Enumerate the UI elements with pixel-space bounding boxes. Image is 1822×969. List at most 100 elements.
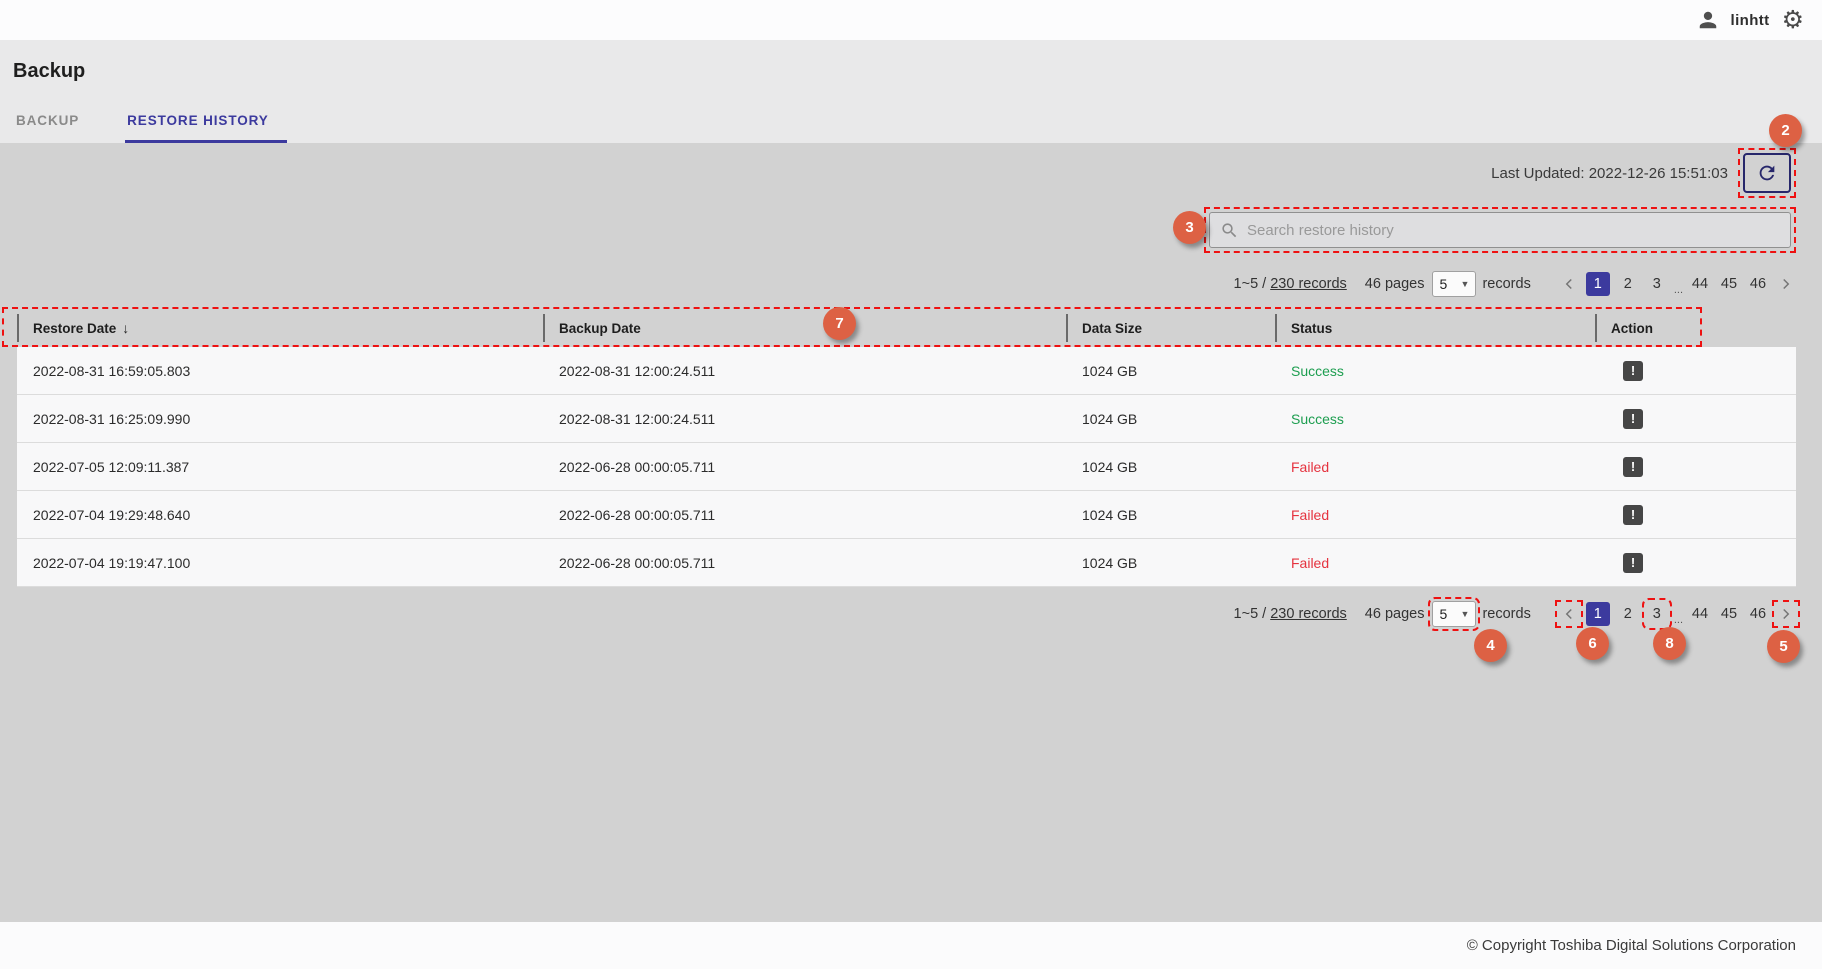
page-header: Backup BACKUP RESTORE HISTORY — [0, 40, 1822, 143]
page-button-44[interactable]: 44 — [1689, 272, 1711, 296]
cell-status: Failed — [1275, 459, 1595, 475]
table-row: 2022-07-04 19:29:48.640 2022-06-28 00:00… — [17, 491, 1796, 539]
last-updated-row: Last Updated: 2022-12-26 15:51:03 — [0, 147, 1822, 199]
header-label: Action — [1611, 321, 1653, 336]
cell-restore-date: 2022-07-05 12:09:11.387 — [17, 459, 543, 475]
per-page-select[interactable]: 5 ▼ — [1432, 271, 1476, 297]
cell-status: Success — [1275, 363, 1595, 379]
settings-gear-icon[interactable]: ⚙ — [1782, 8, 1804, 33]
detail-exclamation-icon[interactable]: ! — [1623, 361, 1643, 381]
per-page-select[interactable]: 5 ▼ — [1432, 601, 1476, 627]
column-header-action[interactable]: Action — [1595, 309, 1796, 347]
cell-action: ! — [1595, 409, 1796, 429]
page-button-1[interactable]: 1 — [1586, 602, 1610, 626]
column-header-data-size[interactable]: Data Size — [1066, 309, 1275, 347]
page-nav: 1 2 3 ... 44 45 46 — [1559, 272, 1796, 296]
page-button-44[interactable]: 44 — [1689, 602, 1711, 626]
detail-exclamation-icon[interactable]: ! — [1623, 409, 1643, 429]
top-bar: linhtt ⚙ — [0, 0, 1822, 40]
pages-count: 46 pages — [1365, 276, 1425, 292]
page-nav: 1 2 3 ... 44 45 46 — [1559, 602, 1796, 626]
cell-restore-date: 2022-07-04 19:19:47.100 — [17, 555, 543, 571]
column-header-backup-date[interactable]: Backup Date — [543, 309, 1066, 347]
tab-backup[interactable]: BACKUP — [14, 103, 97, 143]
per-page-value: 5 — [1439, 606, 1447, 622]
refresh-button[interactable] — [1743, 153, 1791, 193]
cell-backup-date: 2022-06-28 00:00:05.711 — [543, 459, 1066, 475]
page-button-2[interactable]: 2 — [1617, 602, 1639, 626]
cell-data-size: 1024 GB — [1066, 459, 1275, 475]
last-updated-text: Last Updated: 2022-12-26 15:51:03 — [1491, 165, 1728, 182]
records-link[interactable]: 230 records — [1270, 276, 1347, 292]
search-input[interactable] — [1247, 222, 1790, 239]
annotation-badge-8: 8 — [1653, 627, 1686, 660]
annotation-badge-4: 4 — [1474, 629, 1507, 662]
cell-action: ! — [1595, 457, 1796, 477]
header-label: Status — [1291, 321, 1332, 336]
chevron-left-icon — [1560, 605, 1578, 623]
cell-backup-date: 2022-08-31 12:00:24.511 — [543, 411, 1066, 427]
annotation-badge-6: 6 — [1576, 627, 1609, 660]
cell-backup-date: 2022-06-28 00:00:05.711 — [543, 507, 1066, 523]
search-icon — [1220, 221, 1239, 240]
table-row: 2022-08-31 16:59:05.803 2022-08-31 12:00… — [17, 347, 1796, 395]
cell-restore-date: 2022-08-31 16:25:09.990 — [17, 411, 543, 427]
cell-data-size: 1024 GB — [1066, 555, 1275, 571]
chevron-down-icon: ▼ — [1461, 279, 1470, 289]
page-button-3[interactable]: 3 — [1646, 602, 1668, 626]
header-label: Restore Date — [33, 321, 116, 336]
detail-exclamation-icon[interactable]: ! — [1623, 553, 1643, 573]
range-text: 1~5 / — [1234, 606, 1271, 622]
cell-data-size: 1024 GB — [1066, 363, 1275, 379]
prev-page-button[interactable] — [1559, 604, 1579, 624]
copyright-text: © Copyright Toshiba Digital Solutions Co… — [1467, 937, 1796, 954]
chevron-right-icon — [1777, 275, 1795, 293]
page-button-45[interactable]: 45 — [1718, 272, 1740, 296]
chevron-right-icon — [1777, 605, 1795, 623]
tab-restore-history[interactable]: RESTORE HISTORY — [125, 103, 287, 143]
pagination-bottom: 1~5 / 230 records 46 pages 5 ▼ records 1… — [0, 601, 1822, 627]
page-button-1[interactable]: 1 — [1586, 272, 1610, 296]
cell-action: ! — [1595, 553, 1796, 573]
detail-exclamation-icon[interactable]: ! — [1623, 457, 1643, 477]
records-label: records — [1482, 606, 1530, 622]
main-content: Last Updated: 2022-12-26 15:51:03 — [0, 143, 1822, 922]
restore-history-table: Restore Date ↓ Backup Date Data Size Stat… — [17, 309, 1796, 587]
annotation-badge-2: 2 — [1769, 114, 1802, 147]
username[interactable]: linhtt — [1731, 12, 1770, 29]
page-button-46[interactable]: 46 — [1747, 272, 1769, 296]
prev-page-button[interactable] — [1559, 274, 1579, 294]
sort-descending-icon: ↓ — [122, 320, 129, 336]
table-row: 2022-07-05 12:09:11.387 2022-06-28 00:00… — [17, 443, 1796, 491]
chevron-down-icon: ▼ — [1461, 609, 1470, 619]
per-page-value: 5 — [1439, 276, 1447, 292]
backup-page: linhtt ⚙ Backup BACKUP RESTORE HISTORY L… — [0, 0, 1822, 969]
cell-status: Failed — [1275, 555, 1595, 571]
cell-backup-date: 2022-06-28 00:00:05.711 — [543, 555, 1066, 571]
table-row: 2022-08-31 16:25:09.990 2022-08-31 12:00… — [17, 395, 1796, 443]
annotation-badge-7: 7 — [823, 307, 856, 340]
column-header-status[interactable]: Status — [1275, 309, 1595, 347]
page-button-46[interactable]: 46 — [1747, 602, 1769, 626]
next-page-button[interactable] — [1776, 604, 1796, 624]
detail-exclamation-icon[interactable]: ! — [1623, 505, 1643, 525]
page-title: Backup — [0, 40, 1822, 83]
pages-count: 46 pages — [1365, 606, 1425, 622]
column-header-restore-date[interactable]: Restore Date ↓ — [17, 309, 543, 347]
page-button-2[interactable]: 2 — [1617, 272, 1639, 296]
records-link[interactable]: 230 records — [1270, 606, 1347, 622]
annotation-badge-3: 3 — [1173, 211, 1206, 244]
search-row — [0, 207, 1822, 253]
cell-data-size: 1024 GB — [1066, 507, 1275, 523]
page-ellipsis: ... — [1674, 614, 1683, 626]
refresh-icon — [1756, 162, 1778, 184]
page-ellipsis: ... — [1674, 284, 1683, 296]
range-text: 1~5 / — [1234, 276, 1271, 292]
page-button-45[interactable]: 45 — [1718, 602, 1740, 626]
record-range: 1~5 / 230 records — [1234, 276, 1347, 292]
next-page-button[interactable] — [1776, 274, 1796, 294]
cell-action: ! — [1595, 361, 1796, 381]
cell-backup-date: 2022-08-31 12:00:24.511 — [543, 363, 1066, 379]
page-button-3[interactable]: 3 — [1646, 272, 1668, 296]
footer: © Copyright Toshiba Digital Solutions Co… — [0, 922, 1822, 969]
